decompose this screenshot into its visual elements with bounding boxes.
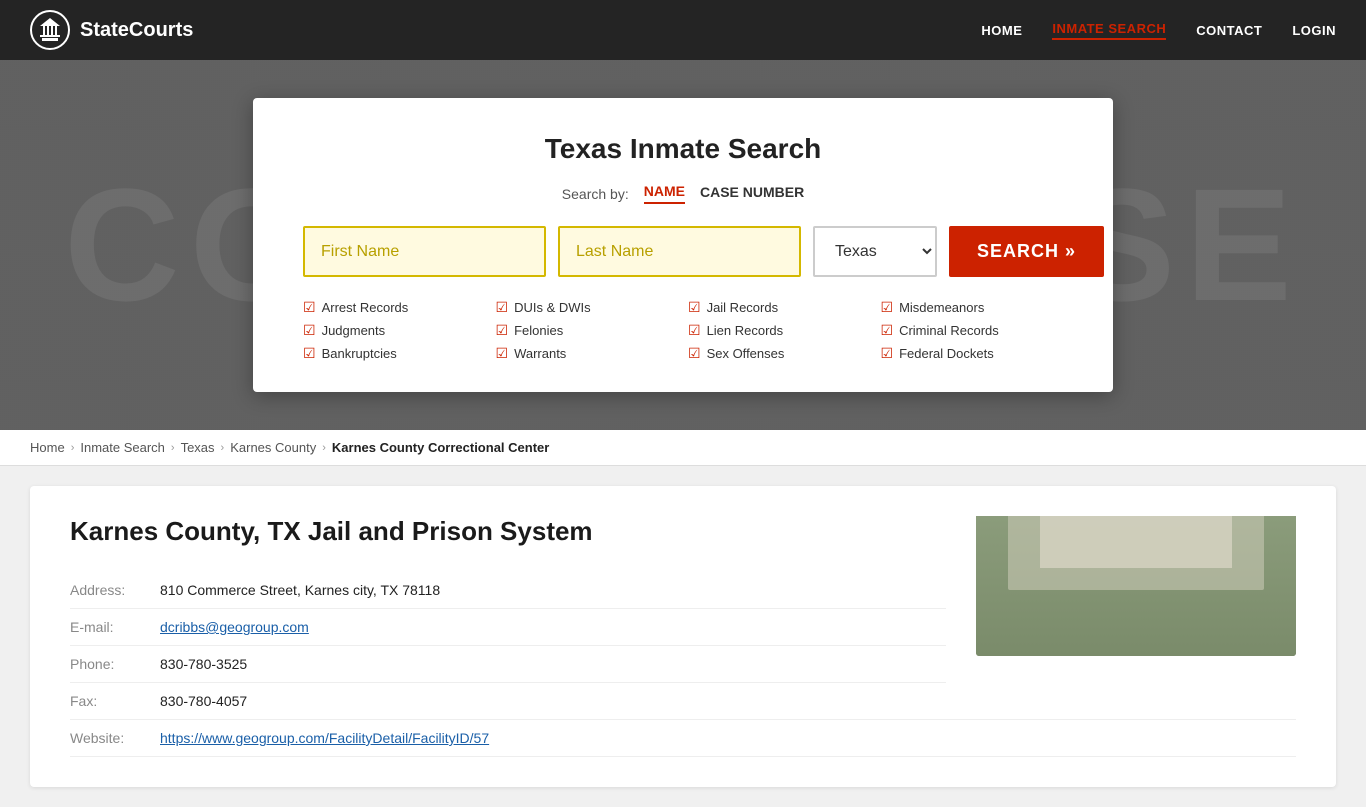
value-website[interactable]: https://www.geogroup.com/FacilityDetail/… (160, 730, 489, 746)
logo[interactable]: StateCourts (30, 10, 193, 50)
value-phone: 830-780-3525 (160, 656, 247, 672)
nav-login[interactable]: LOGIN (1292, 23, 1336, 38)
info-row-website: Website: https://www.geogroup.com/Facili… (70, 720, 1296, 757)
checkbox-felonies: ☑ Felonies (496, 322, 679, 339)
check-icon-sex: ☑ (688, 345, 701, 362)
checkbox-sex-offenses: ☑ Sex Offenses (688, 345, 871, 362)
search-inputs-row: Texas Alabama Alaska Arizona Arkansas Ca… (303, 226, 1063, 277)
checkbox-criminal-records: ☑ Criminal Records (881, 322, 1064, 339)
check-icon-crim: ☑ (881, 322, 894, 339)
logo-text: StateCourts (80, 19, 193, 42)
checkbox-judgments: ☑ Judgments (303, 322, 486, 339)
state-select[interactable]: Texas Alabama Alaska Arizona Arkansas Ca… (813, 226, 937, 277)
tab-name[interactable]: NAME (644, 183, 685, 204)
checkbox-federal-dockets: ☑ Federal Dockets (881, 345, 1064, 362)
breadcrumb-facility: Karnes County Correctional Center (332, 440, 549, 455)
main-nav: HOME INMATE SEARCH CONTACT LOGIN (981, 21, 1336, 40)
value-address: 810 Commerce Street, Karnes city, TX 781… (160, 582, 440, 598)
label-phone: Phone: (70, 656, 160, 672)
checkbox-bankruptcies: ☑ Bankruptcies (303, 345, 486, 362)
hero-section: COURTHOUSE Texas Inmate Search Search by… (0, 60, 1366, 430)
breadcrumb-texas[interactable]: Texas (181, 440, 215, 455)
check-icon-jail: ☑ (688, 299, 701, 316)
tab-case-number[interactable]: CASE NUMBER (700, 184, 804, 203)
nav-inmate-search[interactable]: INMATE SEARCH (1052, 21, 1166, 40)
facility-card: Karnes County, TX Jail and Prison System… (30, 486, 1336, 787)
label-email: E-mail: (70, 619, 160, 635)
logo-icon (30, 10, 70, 50)
search-card: Texas Inmate Search Search by: NAME CASE… (253, 98, 1113, 392)
content-area: Karnes County, TX Jail and Prison System… (0, 466, 1366, 807)
breadcrumb-sep-2: › (171, 442, 175, 454)
info-row-address: Address: 810 Commerce Street, Karnes cit… (70, 572, 946, 609)
checkbox-warrants: ☑ Warrants (496, 345, 679, 362)
checkbox-arrest-records: ☑ Arrest Records (303, 299, 486, 316)
info-row-fax: Fax: 830-780-4057 (70, 683, 1296, 720)
nav-contact[interactable]: CONTACT (1196, 23, 1262, 38)
nav-home[interactable]: HOME (981, 23, 1022, 38)
check-icon-misd: ☑ (881, 299, 894, 316)
check-icon-arrest: ☑ (303, 299, 316, 316)
last-name-input[interactable] (558, 226, 801, 277)
breadcrumb: Home › Inmate Search › Texas › Karnes Co… (0, 430, 1366, 466)
breadcrumb-karnes-county[interactable]: Karnes County (230, 440, 316, 455)
check-icon-warr: ☑ (496, 345, 509, 362)
search-button[interactable]: SEARCH » (949, 226, 1104, 277)
facility-image (976, 516, 1296, 656)
check-icon-fed: ☑ (881, 345, 894, 362)
checkbox-duis: ☑ DUIs & DWIs (496, 299, 679, 316)
search-by-label: Search by: (562, 186, 629, 202)
breadcrumb-sep-4: › (322, 442, 326, 454)
check-icon-duis: ☑ (496, 299, 509, 316)
check-icon-felon: ☑ (496, 322, 509, 339)
value-email[interactable]: dcribbs@geogroup.com (160, 619, 309, 635)
checkbox-jail-records: ☑ Jail Records (688, 299, 871, 316)
site-header: StateCourts HOME INMATE SEARCH CONTACT L… (0, 0, 1366, 60)
checkbox-misdemeanors: ☑ Misdemeanors (881, 299, 1064, 316)
aerial-image-sim (976, 516, 1296, 656)
label-address: Address: (70, 582, 160, 598)
check-icon-judg: ☑ (303, 322, 316, 339)
check-icon-lien: ☑ (688, 322, 701, 339)
checkbox-lien-records: ☑ Lien Records (688, 322, 871, 339)
search-title: Texas Inmate Search (303, 133, 1063, 165)
label-fax: Fax: (70, 693, 160, 709)
breadcrumb-sep-1: › (71, 442, 75, 454)
breadcrumb-inmate-search[interactable]: Inmate Search (80, 440, 165, 455)
breadcrumb-sep-3: › (221, 442, 225, 454)
search-by-row: Search by: NAME CASE NUMBER (303, 183, 1063, 204)
first-name-input[interactable] (303, 226, 546, 277)
info-row-phone: Phone: 830-780-3525 (70, 646, 946, 683)
label-website: Website: (70, 730, 160, 746)
breadcrumb-home[interactable]: Home (30, 440, 65, 455)
value-fax: 830-780-4057 (160, 693, 247, 709)
checkbox-grid: ☑ Arrest Records ☑ DUIs & DWIs ☑ Jail Re… (303, 299, 1063, 362)
info-row-email: E-mail: dcribbs@geogroup.com (70, 609, 946, 646)
check-icon-bank: ☑ (303, 345, 316, 362)
